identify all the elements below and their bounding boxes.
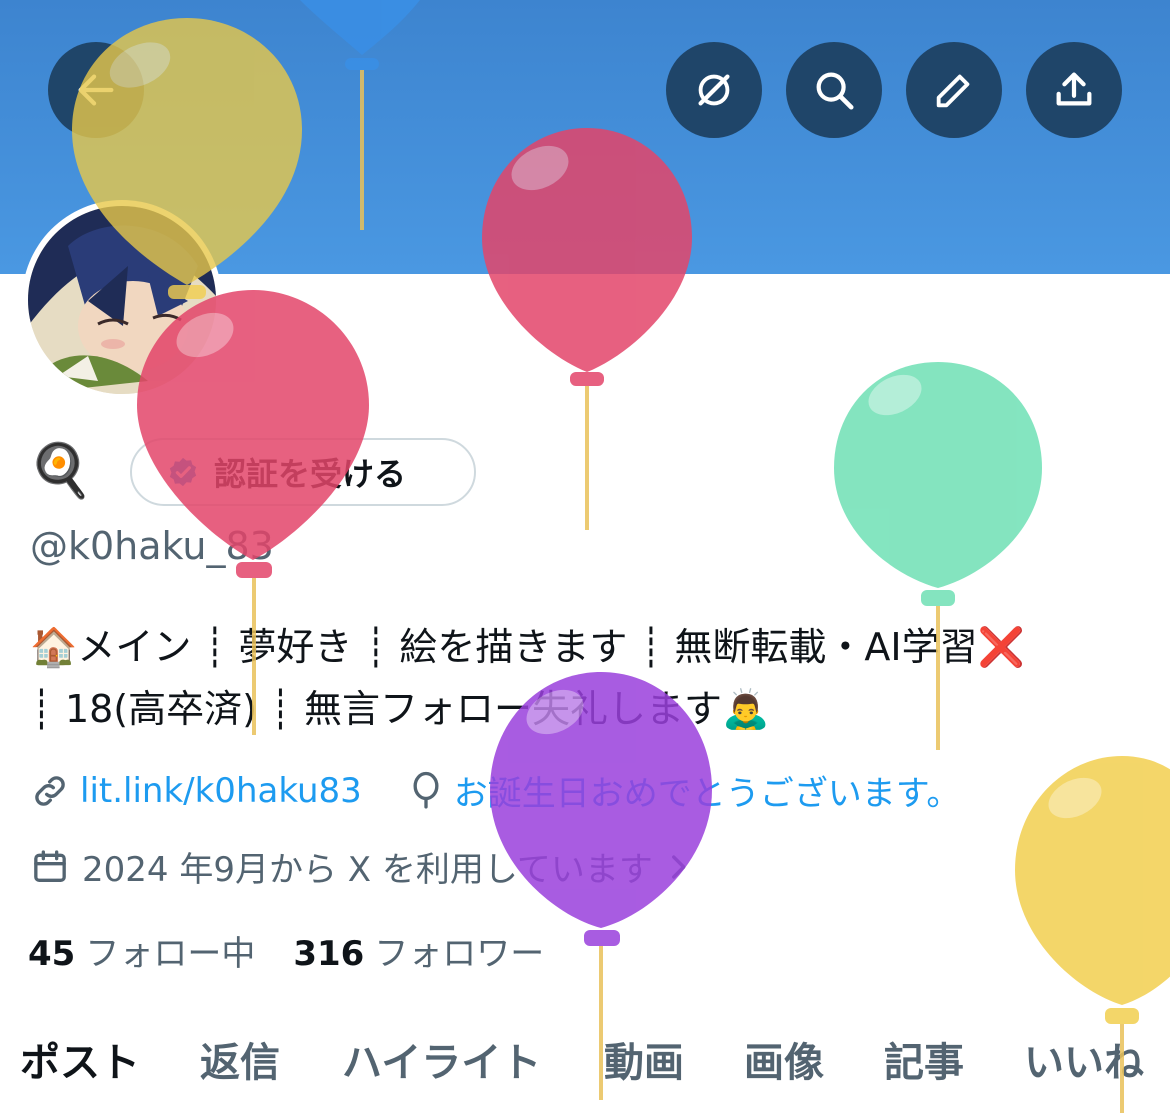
share-button[interactable] [1026, 42, 1122, 138]
joined-date: 2024 年9月から X を利用しています [82, 850, 653, 890]
balloon-icon [413, 771, 439, 808]
get-verified-button[interactable]: 認証を受ける [130, 438, 476, 506]
link-icon [35, 775, 65, 806]
edit-profile-button[interactable] [906, 42, 1002, 138]
avatar-image [28, 206, 216, 394]
joined-row[interactable]: 2024 年9月から X を利用しています [30, 842, 695, 891]
following-label: フォロー中 [85, 934, 256, 974]
following-count: 45 [28, 934, 76, 974]
tab-videos[interactable]: 動画 [604, 1030, 684, 1088]
profile-tabs: ポスト 返信 ハイライト 動画 画像 記事 いいね [0, 1030, 1170, 1100]
followers-link[interactable]: 316 フォロワー [293, 926, 544, 975]
username-handle: @k0haku_83 [30, 524, 274, 568]
avatar[interactable] [22, 200, 222, 400]
arrow-left-icon [78, 74, 114, 106]
bio-line-1: 🏠メイン ┊ 夢好き ┊ 絵を描きます ┊ 無断転載・AI学習❌ [30, 625, 1025, 669]
followers-count: 316 [293, 934, 365, 974]
verified-badge-icon [169, 457, 197, 487]
chevron-right-icon [671, 854, 686, 879]
follow-counts: 45 フォロー中 316 フォロワー [28, 926, 544, 975]
bio-line-2: ┊ 18(高卒済) ┊ 無言フォロー失礼します🙇‍♂️ [30, 687, 770, 731]
tab-articles[interactable]: 記事 [884, 1030, 964, 1088]
back-button[interactable] [48, 42, 144, 138]
birthday-text[interactable]: お誕生日おめでとうございます。 [454, 766, 961, 815]
display-name-emoji: 🍳 [28, 441, 93, 501]
grok-button[interactable] [666, 42, 762, 138]
tab-media[interactable]: 画像 [744, 1030, 824, 1088]
share-icon [1056, 72, 1092, 106]
grok-icon [698, 74, 730, 106]
following-link[interactable]: 45 フォロー中 [28, 926, 255, 975]
tab-highlights[interactable]: ハイライト [342, 1030, 541, 1088]
tab-likes[interactable]: いいね [1024, 1030, 1144, 1088]
followers-label: フォロワー [374, 934, 545, 974]
profile-meta-row: lit.link/k0haku83 お誕生日おめでとうございます。 [30, 766, 960, 815]
edit-icon [936, 74, 970, 108]
website-link[interactable]: lit.link/k0haku83 [80, 771, 362, 811]
tab-posts[interactable]: ポスト [20, 1030, 140, 1088]
get-verified-label: 認証を受ける [214, 455, 407, 493]
bio: 🏠メイン ┊ 夢好き ┊ 絵を描きます ┊ 無断転載・AI学習❌ ┊ 18(高卒… [30, 616, 1140, 740]
search-button[interactable] [786, 42, 882, 138]
tab-replies[interactable]: 返信 [200, 1030, 280, 1088]
calendar-icon [34, 849, 66, 882]
search-icon [816, 72, 854, 110]
